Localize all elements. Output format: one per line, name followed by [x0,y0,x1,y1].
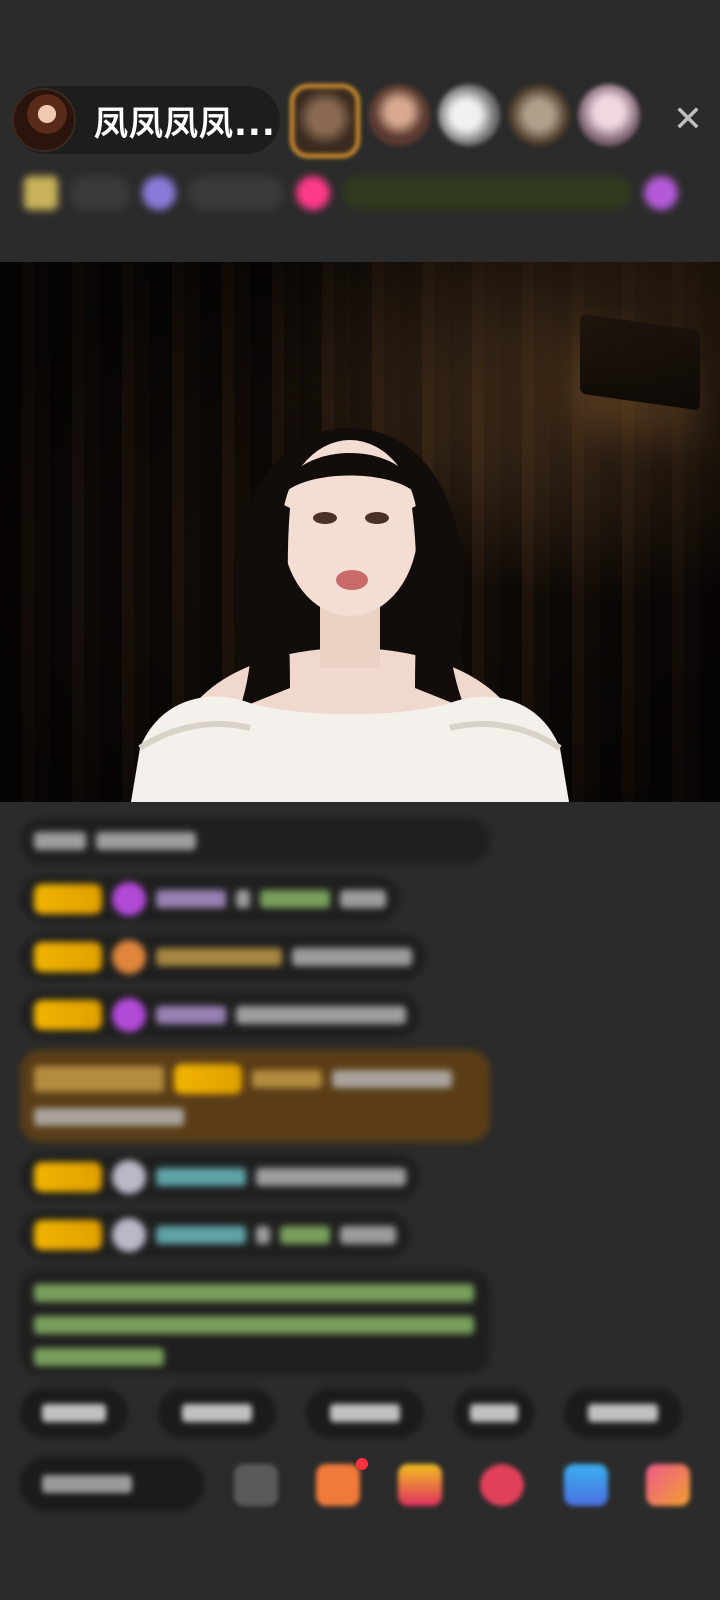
chat-message[interactable] [20,992,420,1038]
streamer-figure [131,428,569,802]
notice-text [34,1284,474,1302]
activity-banner[interactable] [342,176,632,210]
avatar [112,1218,146,1252]
quick-reply-chip[interactable] [306,1388,424,1438]
message-text [236,1006,406,1024]
viewer-avatar[interactable] [290,84,360,158]
message-text [34,1108,184,1126]
gem-icon [142,176,176,210]
chat-message[interactable] [20,1154,420,1200]
highlight-message[interactable] [20,1050,490,1142]
message-text [256,1168,406,1186]
gift-icon [644,176,678,210]
chat-input[interactable] [20,1456,204,1512]
heart-icon [112,940,146,974]
quick-reply-chip[interactable] [564,1388,682,1438]
rank-chip[interactable] [188,176,284,210]
notice-text [34,1348,164,1366]
username[interactable] [252,1070,322,1088]
system-notice [20,1270,490,1374]
chat-message[interactable] [20,934,426,980]
level-badge [34,1220,102,1250]
host-name: 凤凤凤凤... [94,103,276,144]
emoji-icon[interactable] [234,1464,278,1506]
gem-icon [112,998,146,1032]
username[interactable] [156,948,282,966]
message-text [96,832,196,850]
level-badge [174,1064,242,1094]
username[interactable] [156,890,226,908]
message-text [256,1226,270,1244]
rank-icon [24,176,58,210]
live-video[interactable] [0,262,720,802]
message-text [236,890,250,908]
message-text [340,890,386,908]
avatar [112,1160,146,1194]
vip-badge [34,1066,164,1092]
chat-list[interactable] [20,818,490,1386]
message-text [332,1070,452,1088]
username[interactable] [280,1226,330,1244]
rank-chip[interactable] [70,176,130,210]
notice-text [34,1316,474,1334]
level-badge [34,1162,102,1192]
gift-icon[interactable] [398,1464,442,1506]
chat-message[interactable] [20,876,400,922]
viewer-avatar[interactable] [438,84,500,146]
gift-box-icon[interactable] [316,1464,360,1506]
message-text [292,948,412,966]
level-badge [34,1000,102,1030]
host-avatar[interactable] [12,88,76,152]
viewer-avatar[interactable] [578,84,640,146]
game-icon[interactable] [564,1464,608,1506]
quick-reply-chip[interactable] [20,1388,128,1438]
heart-icon[interactable] [480,1464,524,1506]
chat-message[interactable] [20,818,490,864]
username[interactable] [260,890,330,908]
chat-message[interactable] [20,1212,410,1258]
ranking-ticker[interactable] [24,168,696,218]
stage-lamp [580,313,700,411]
level-badge [34,942,102,972]
heart-icon [296,176,330,210]
close-icon[interactable]: ✕ [668,100,708,140]
viewer-avatar[interactable] [508,84,570,146]
more-icon[interactable] [646,1464,690,1506]
bottom-toolbar [20,1456,710,1516]
quick-reply-chip[interactable] [158,1388,276,1438]
notification-dot [356,1458,368,1470]
message-text [340,1226,396,1244]
quick-reply-row[interactable] [20,1388,682,1438]
username[interactable] [156,1168,246,1186]
viewer-avatar-list [290,84,640,158]
message-text [34,832,86,850]
username[interactable] [156,1226,246,1244]
host-info-pill[interactable]: 凤凤凤凤... [12,86,280,154]
gem-icon [112,882,146,916]
level-badge [34,884,102,914]
viewer-avatar[interactable] [368,84,430,146]
username[interactable] [156,1006,226,1024]
quick-reply-chip[interactable] [454,1388,534,1438]
